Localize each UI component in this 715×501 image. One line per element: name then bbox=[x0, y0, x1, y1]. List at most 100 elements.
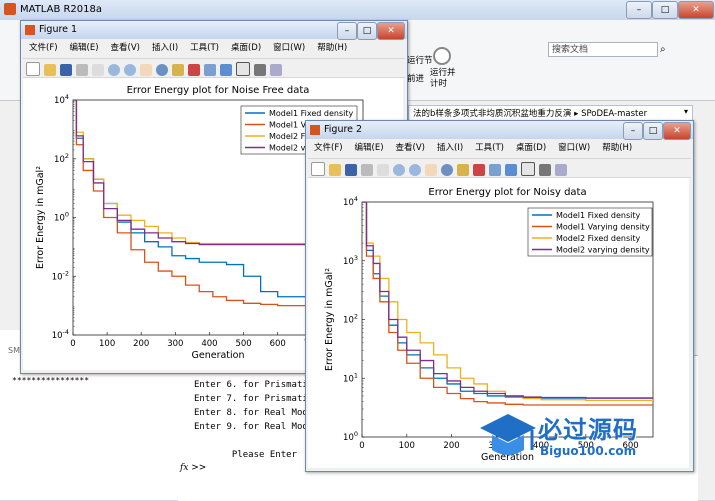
x-tick-label: 600 bbox=[270, 339, 286, 349]
x-tick-label: 500 bbox=[235, 339, 251, 349]
y-tick-label: 10-4 bbox=[52, 328, 69, 341]
legend-icon[interactable] bbox=[521, 162, 535, 176]
chart-title: Error Energy plot for Noisy data bbox=[428, 187, 586, 198]
menu-window[interactable]: 窗口(W) bbox=[273, 43, 305, 53]
menu-insert[interactable]: 插入(I) bbox=[437, 143, 463, 153]
maximize-button[interactable]: □ bbox=[643, 122, 663, 140]
panel-status: SM bbox=[8, 346, 20, 355]
pan-icon[interactable] bbox=[140, 64, 152, 76]
menu-desktop[interactable]: 桌面(D) bbox=[231, 43, 261, 53]
data-cursor-icon[interactable] bbox=[172, 64, 184, 76]
zoom-out-icon[interactable] bbox=[409, 164, 421, 176]
chevron-down-icon[interactable]: ▾ bbox=[684, 107, 688, 116]
figure-icon bbox=[310, 125, 320, 135]
x-tick-label: 400 bbox=[201, 339, 217, 349]
link-icon[interactable] bbox=[489, 164, 501, 176]
menu-view[interactable]: 查看(V) bbox=[396, 143, 425, 153]
dock-icon[interactable] bbox=[270, 64, 282, 76]
close-button[interactable]: ✕ bbox=[663, 122, 691, 140]
y-axis-label: Error Energy in mGal² bbox=[324, 268, 335, 371]
x-axis-label: Generation bbox=[192, 350, 245, 361]
dock-icon[interactable] bbox=[555, 164, 567, 176]
minimize-button[interactable]: – bbox=[623, 122, 643, 140]
zoom-in-icon[interactable] bbox=[108, 64, 120, 76]
x-tick-label: 300 bbox=[167, 339, 183, 349]
menu-insert[interactable]: 插入(I) bbox=[152, 43, 178, 53]
pan-icon[interactable] bbox=[425, 164, 437, 176]
figure-1-title: Figure 1 bbox=[39, 24, 78, 35]
edit-plot-icon[interactable] bbox=[92, 64, 104, 76]
colorbar-icon[interactable] bbox=[220, 64, 232, 76]
search-input[interactable]: 搜索文档 bbox=[548, 42, 658, 57]
link-icon[interactable] bbox=[204, 64, 216, 76]
x-tick-label: 100 bbox=[99, 339, 115, 349]
ribbon-label-run-section[interactable]: 运行节 bbox=[407, 54, 433, 66]
menu-edit[interactable]: 编辑(E) bbox=[355, 143, 384, 153]
open-file-icon[interactable] bbox=[329, 164, 341, 176]
hide-tools-icon[interactable] bbox=[254, 64, 266, 76]
menu-desktop[interactable]: 桌面(D) bbox=[516, 143, 546, 153]
legend-entry: Model1 Fixed density bbox=[556, 211, 641, 220]
rotate-icon[interactable] bbox=[156, 64, 168, 76]
edit-plot-icon[interactable] bbox=[377, 164, 389, 176]
x-tick-label: 0 bbox=[70, 339, 75, 349]
zoom-in-icon[interactable] bbox=[393, 164, 405, 176]
open-file-icon[interactable] bbox=[44, 64, 56, 76]
y-tick-label: 10-2 bbox=[52, 269, 69, 282]
graduation-cap-icon bbox=[480, 414, 536, 455]
x-tick-label: 200 bbox=[443, 441, 459, 451]
close-button[interactable]: ✕ bbox=[678, 1, 714, 19]
y-tick-label: 102 bbox=[54, 152, 69, 165]
brush-icon[interactable] bbox=[473, 164, 485, 176]
colorbar-icon[interactable] bbox=[505, 164, 517, 176]
x-tick-label: 100 bbox=[399, 441, 415, 451]
minimize-button[interactable]: – bbox=[626, 1, 652, 19]
menu-file[interactable]: 文件(F) bbox=[29, 43, 58, 53]
data-cursor-icon[interactable] bbox=[457, 164, 469, 176]
hide-tools-icon[interactable] bbox=[539, 164, 551, 176]
brush-icon[interactable] bbox=[188, 64, 200, 76]
x-tick-label: 0 bbox=[359, 441, 364, 451]
close-button[interactable]: ✕ bbox=[377, 22, 405, 40]
y-tick-label: 104 bbox=[54, 93, 69, 106]
print-icon[interactable] bbox=[76, 64, 88, 76]
y-tick-label: 102 bbox=[343, 313, 358, 326]
minimize-button[interactable]: – bbox=[337, 22, 357, 40]
rotate-icon[interactable] bbox=[441, 164, 453, 176]
maximize-button[interactable]: □ bbox=[357, 22, 377, 40]
figure-2-title: Figure 2 bbox=[324, 124, 363, 135]
menu-tools[interactable]: 工具(T) bbox=[475, 143, 504, 153]
menu-file[interactable]: 文件(F) bbox=[314, 143, 343, 153]
chart-title: Error Energy plot for Noise Free data bbox=[127, 85, 310, 96]
save-icon[interactable] bbox=[60, 64, 72, 76]
stars-output: **************** bbox=[12, 376, 90, 385]
menu-window[interactable]: 窗口(W) bbox=[558, 143, 590, 153]
zoom-out-icon[interactable] bbox=[124, 64, 136, 76]
stopwatch-icon bbox=[433, 47, 451, 65]
y-tick-label: 101 bbox=[343, 371, 358, 384]
command-line: Please Enter bbox=[194, 450, 297, 460]
maximize-button[interactable]: □ bbox=[652, 1, 678, 19]
ribbon-label-advance[interactable]: 前进 bbox=[407, 72, 424, 84]
legend-icon[interactable] bbox=[236, 62, 250, 76]
ribbon-label-run-time[interactable]: 运行并计时 bbox=[430, 68, 456, 90]
new-figure-icon[interactable] bbox=[26, 62, 40, 76]
y-tick-label: 100 bbox=[54, 211, 69, 224]
print-icon[interactable] bbox=[361, 164, 373, 176]
figure-2-title-bar: Figure 2 – □ ✕ bbox=[306, 121, 693, 140]
legend-entry: Model2 Fixed density bbox=[556, 234, 641, 243]
menu-help[interactable]: 帮助(H) bbox=[602, 143, 632, 153]
search-icon[interactable]: ⌕ bbox=[660, 44, 666, 55]
menu-edit[interactable]: 编辑(E) bbox=[70, 43, 99, 53]
command-prompt[interactable]: fx >> bbox=[180, 463, 206, 473]
save-icon[interactable] bbox=[345, 164, 357, 176]
menu-help[interactable]: 帮助(H) bbox=[317, 43, 347, 53]
figure-1-toolbar bbox=[23, 58, 405, 78]
watermark-title: 必过源码 bbox=[538, 416, 638, 444]
current-folder-path[interactable]: 法的b样条多项式非均质沉积盆地重力反演 ▸ SPoDEA-master bbox=[408, 105, 693, 121]
menu-view[interactable]: 查看(V) bbox=[111, 43, 140, 53]
menu-tools[interactable]: 工具(T) bbox=[190, 43, 219, 53]
figure-2-toolbar bbox=[308, 158, 691, 178]
new-figure-icon[interactable] bbox=[311, 162, 325, 176]
figure-icon bbox=[25, 25, 35, 35]
